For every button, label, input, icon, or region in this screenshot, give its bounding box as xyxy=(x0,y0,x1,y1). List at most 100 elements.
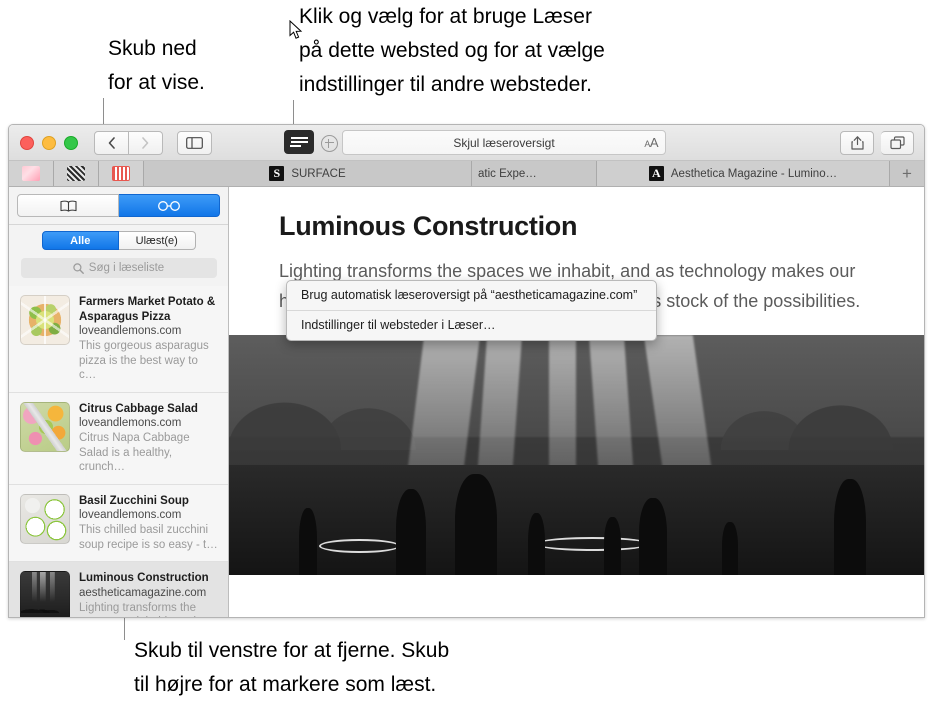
list-item-thumbnail xyxy=(20,493,70,544)
list-item[interactable]: Farmers Market Potato & Asparagus Pizza … xyxy=(9,286,228,393)
callout-text-top-right: Klik og vælg for at bruge Læser på dette… xyxy=(299,5,605,96)
list-item-url: loveandlemons.com xyxy=(79,325,182,337)
reader-content: Luminous Construction Lighting transform… xyxy=(229,187,924,617)
list-item-title: Luminous Construction xyxy=(79,572,209,584)
text-size-large-label: A xyxy=(649,135,659,150)
minimize-button[interactable] xyxy=(42,135,56,150)
list-item-meta: Farmers Market Potato & Asparagus Pizza … xyxy=(79,295,218,383)
text-size-button[interactable]: AA xyxy=(644,135,658,150)
list-item-snippet: This gorgeous asparagus pizza is the bes… xyxy=(79,340,209,381)
reader-line-1 xyxy=(290,137,308,139)
safari-window: Skjul læseroversigt AA S SURFACE atic Ex… xyxy=(8,124,925,618)
list-item[interactable]: Citrus Cabbage Salad loveandlemons.com C… xyxy=(9,392,228,485)
list-item-meta: Basil Zucchini Soup loveandlemons.com Th… xyxy=(79,494,218,553)
new-tab-button[interactable]: + xyxy=(890,161,924,186)
tab-aesthetic-experience[interactable]: atic Expe… xyxy=(472,161,597,186)
hero-floor xyxy=(229,464,924,576)
reader-settings-menu: Brug automatisk læseroversigt på “aesthe… xyxy=(286,280,657,341)
reader-line-3 xyxy=(290,145,301,147)
list-item-meta: Luminous Construction aestheticamagazine… xyxy=(79,571,218,618)
silhouette xyxy=(722,522,738,576)
silhouette xyxy=(454,474,497,576)
search-icon xyxy=(73,262,84,274)
pinned-tab-1[interactable] xyxy=(9,161,54,186)
zoom-button[interactable] xyxy=(64,135,78,150)
back-button[interactable] xyxy=(94,130,129,155)
surface-favicon-icon: S xyxy=(269,166,285,181)
sidebar-toggle-button[interactable] xyxy=(177,130,212,155)
tab-surface-label: SURFACE xyxy=(291,167,346,180)
list-item-url: aestheticamagazine.com xyxy=(79,586,207,599)
address-bar-text: Skjul læseroversigt xyxy=(453,135,555,150)
browser-toolbar: Skjul læseroversigt AA xyxy=(9,125,924,161)
list-item-title: Citrus Cabbage Salad xyxy=(79,402,198,415)
list-item-meta: Citrus Cabbage Salad loveandlemons.com C… xyxy=(79,402,218,475)
sidebar-reading-list-button[interactable] xyxy=(119,194,220,217)
pinned-favicon-3-icon xyxy=(112,166,130,181)
add-bookmark-button[interactable] xyxy=(321,135,338,152)
window-body: Alle Ulæst(e) Søg i læseliste Farmers Ma… xyxy=(9,187,924,618)
filter-all[interactable]: Alle xyxy=(41,231,119,250)
aesthetica-favicon-icon: A xyxy=(648,166,664,181)
tab-bar: S SURFACE atic Expe… A Aesthetica Magazi… xyxy=(9,161,924,187)
sidebar-icon xyxy=(186,136,203,149)
list-item-thumbnail xyxy=(20,401,70,452)
screenshot-root: Skub ned for at vise. Klik og vælg for a… xyxy=(0,0,931,710)
floor-light-ring xyxy=(534,537,650,552)
silhouette xyxy=(639,498,667,576)
glasses-icon xyxy=(158,200,180,211)
silhouette xyxy=(833,479,866,576)
window-controls xyxy=(20,135,78,150)
share-icon xyxy=(850,136,864,150)
chevron-left-icon xyxy=(108,136,115,149)
reading-list-search-input[interactable]: Søg i læseliste xyxy=(20,258,217,278)
toolbar-right-buttons xyxy=(840,130,914,155)
menu-item-website-settings[interactable]: Indstillinger til websteder i Læser… xyxy=(287,311,656,340)
article-hero-image xyxy=(229,335,924,576)
reading-list: Farmers Market Potato & Asparagus Pizza … xyxy=(9,286,228,618)
silhouette xyxy=(527,512,545,576)
sidebar-toggle-group xyxy=(177,130,212,155)
sidebar: Alle Ulæst(e) Søg i læseliste Farmers Ma… xyxy=(9,187,229,618)
tab-overview-icon xyxy=(889,135,905,149)
filter-unread[interactable]: Ulæst(e) xyxy=(119,231,196,250)
sidebar-bookmarks-button[interactable] xyxy=(17,194,119,217)
tab-aesthetica-magazine[interactable]: A Aesthetica Magazine - Lumino… xyxy=(597,161,890,186)
pinned-tab-2[interactable] xyxy=(54,161,99,186)
tab-overview-button[interactable] xyxy=(881,130,914,155)
pinned-tab-3[interactable] xyxy=(99,161,144,186)
silhouette xyxy=(604,517,621,576)
share-button[interactable] xyxy=(840,130,874,155)
navigation-buttons xyxy=(94,130,163,155)
reading-list-search-placeholder: Søg i læseliste xyxy=(88,262,165,274)
list-item-snippet: This chilled basil zucchini soup recipe … xyxy=(79,524,218,551)
list-item-snippet: Lighting transforms the spaces we inhabi… xyxy=(79,601,196,618)
reading-list-filter-wrap: Alle Ulæst(e) xyxy=(9,224,228,250)
list-item-thumbnail xyxy=(20,571,70,617)
list-item-snippet: Citrus Napa Cabbage Salad is a healthy, … xyxy=(79,432,190,473)
forward-button[interactable] xyxy=(129,130,163,155)
silhouette xyxy=(395,488,427,576)
sidebar-mode-switch xyxy=(9,187,228,224)
page-title: Luminous Construction xyxy=(279,211,578,241)
list-item-url: loveandlemons.com xyxy=(79,417,182,429)
pinned-favicon-2-icon xyxy=(67,166,85,181)
callout-text-bottom: Skub til venstre for at fjerne. Skub til… xyxy=(134,639,450,696)
list-item[interactable]: Luminous Construction aestheticamagazine… xyxy=(9,562,228,618)
reading-list-filter: Alle Ulæst(e) xyxy=(41,231,196,250)
reader-button[interactable] xyxy=(284,130,314,154)
list-item[interactable]: Basil Zucchini Soup loveandlemons.com Th… xyxy=(9,484,228,562)
hero-vault-arches xyxy=(229,335,924,451)
book-icon xyxy=(59,200,77,212)
close-button[interactable] xyxy=(20,135,34,150)
list-item-thumbnail xyxy=(20,295,70,345)
address-bar[interactable]: Skjul læseroversigt AA xyxy=(342,130,666,155)
tab-aesthetica-magazine-label: Aesthetica Magazine - Lumino… xyxy=(670,167,838,180)
menu-item-auto-reader[interactable]: Brug automatisk læseroversigt på “aesthe… xyxy=(287,281,656,310)
tab-surface[interactable]: S SURFACE xyxy=(144,161,472,186)
tab-aesthetic-experience-label: atic Expe… xyxy=(478,167,537,180)
list-item-title: Farmers Market Potato & Asparagus Pizza xyxy=(79,296,216,323)
silhouette xyxy=(298,507,317,576)
pinned-favicon-1-icon xyxy=(22,166,40,181)
list-item-url: loveandlemons.com xyxy=(79,509,182,521)
